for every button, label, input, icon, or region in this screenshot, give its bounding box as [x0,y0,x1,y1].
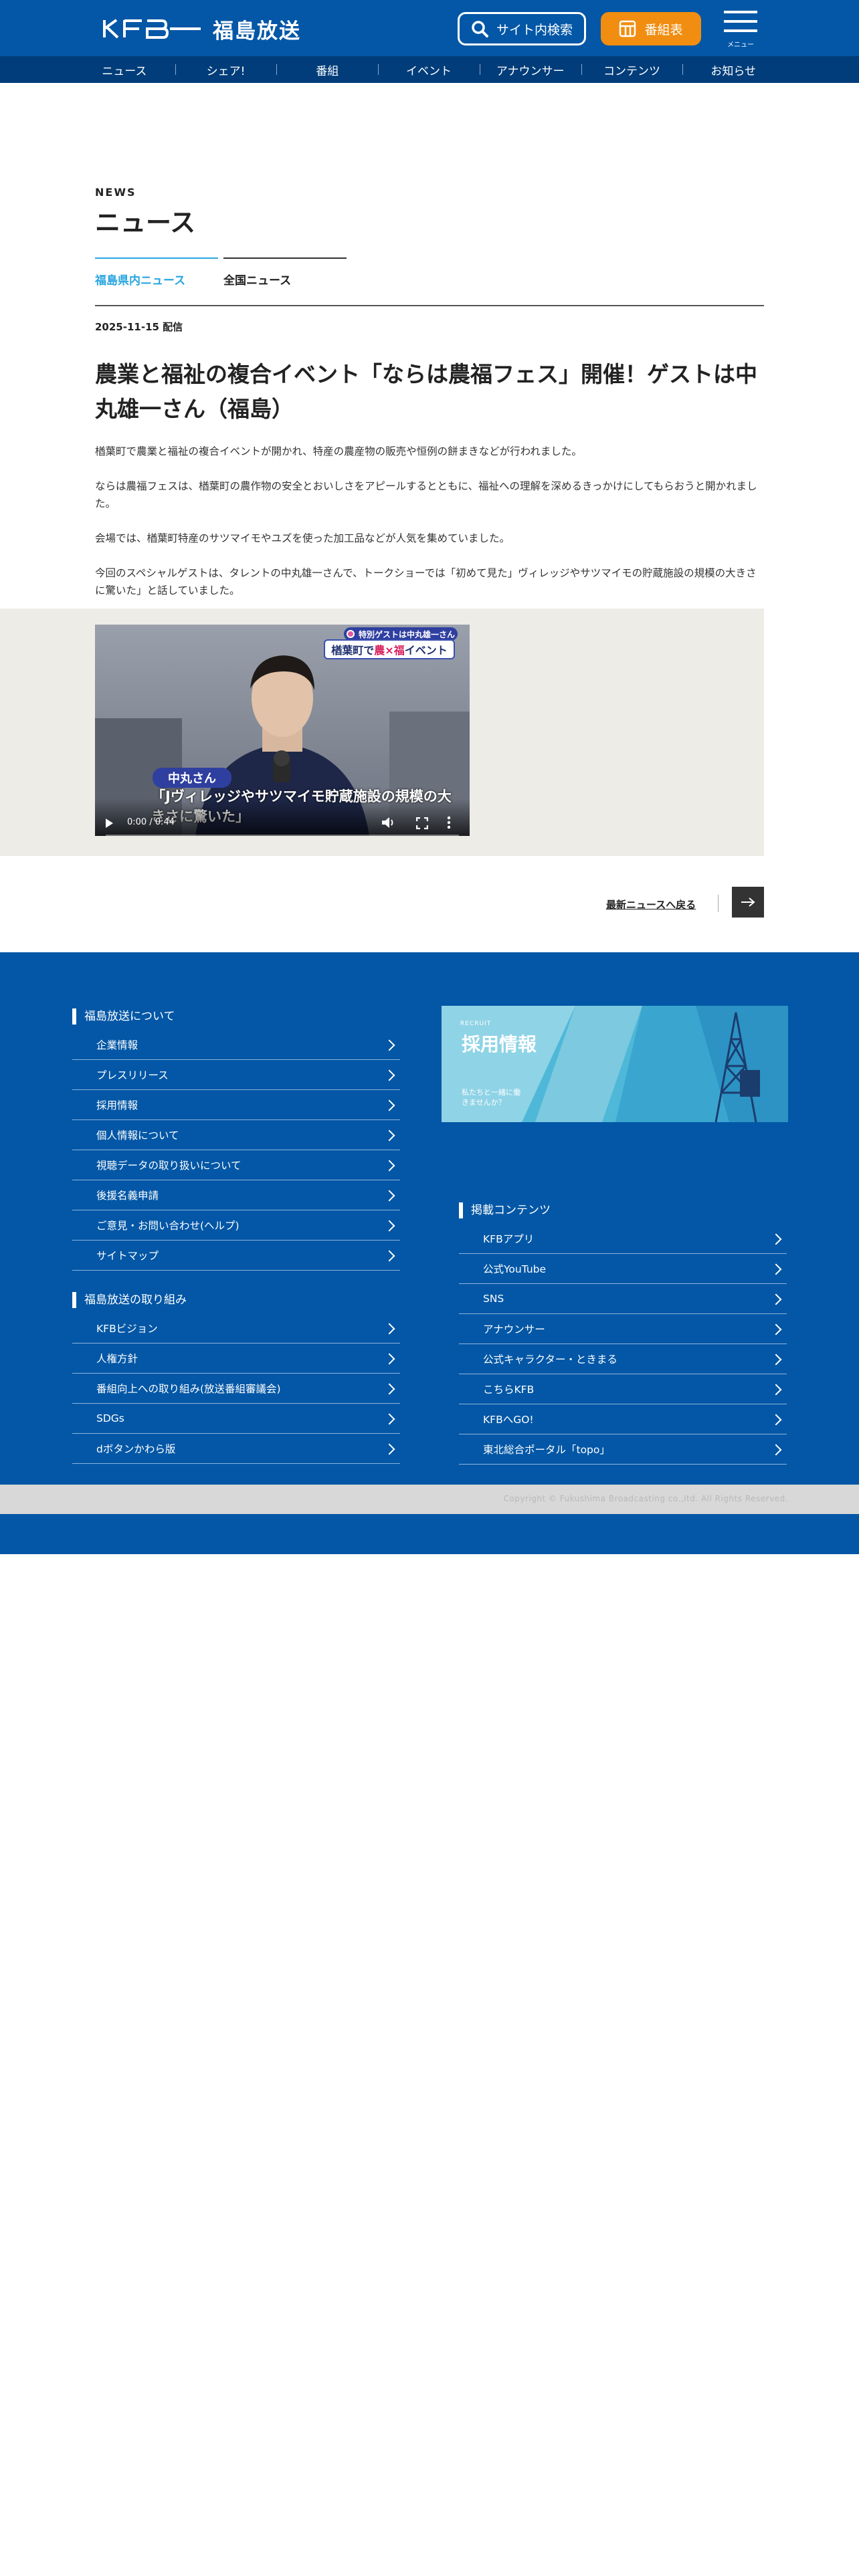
section-eyebrow: NEWS [95,186,136,199]
hamburger-icon-line [724,20,757,23]
nav-item-events[interactable]: イベント [378,56,480,83]
tab-national-news[interactable]: 全国ニュース [223,257,347,288]
video-controls: 0:00 / 0:44 [95,798,470,836]
divider [718,895,719,912]
divider [95,305,764,306]
article-paragraph: ならは農福フェスは、楢葉町の農作物の安全とおいしさをアピールするとともに、福祉へ… [95,480,757,510]
recruit-banner[interactable]: RECRUIT 採用情報 私たちと一緒に働きませんか？ [442,1006,788,1122]
footer-about-list: 企業情報 プレスリリース 採用情報 個人情報について 視聴データの取り扱いについ… [72,1030,400,1271]
footer-link[interactable]: こちらKFB [459,1374,787,1404]
footer-link[interactable]: KFBへGO! [459,1404,787,1434]
footer-contents-list: KFBアプリ 公式YouTube SNS アナウンサー 公式キャラクター・ときま… [459,1224,787,1465]
footer-link[interactable]: SNS [459,1284,787,1314]
recruit-title: 採用情報 [462,1033,537,1055]
site-header: 福島放送 サイト内検索 番組表 メニュー [0,0,859,56]
arrow-right-icon [741,897,755,907]
program-table-icon [619,20,636,37]
tab-fukushima-news[interactable]: 福島県内ニュース [95,257,218,288]
footer-link[interactable]: 個人情報について [72,1120,400,1150]
nav-item-share[interactable]: シェア! [175,56,277,83]
footer-link[interactable]: KFBアプリ [459,1224,787,1254]
play-icon[interactable] [106,819,113,828]
site-logo[interactable]: 福島放送 [100,17,301,43]
event-banner-text: 楢葉町で [331,644,375,657]
back-to-latest-news-link[interactable]: 最新ニュースへ戻る [606,897,696,911]
publish-date: 2025-11-15 配信 [95,321,183,333]
footer-link[interactable]: ご意見・お問い合わせ(ヘルプ) [72,1210,400,1241]
kfb-logo-mark [103,19,201,39]
menu-label: メニュー [727,41,754,49]
footer-link[interactable]: KFBビジョン [72,1313,400,1344]
more-options-icon[interactable] [447,816,451,829]
footer-link[interactable]: 後援名義申請 [72,1180,400,1210]
footer-link[interactable]: 採用情報 [72,1090,400,1120]
footer-link[interactable]: 人権方針 [72,1344,400,1374]
search-label: サイト内検索 [496,22,573,37]
footer-link[interactable]: dボタンかわら版 [72,1434,400,1464]
footer-link[interactable]: 公式キャラクター・ときまる [459,1344,787,1374]
program-label: 番組表 [644,22,683,37]
footer-link[interactable]: 公式YouTube [459,1254,787,1284]
guest-banner-text: 特別ゲストは中丸雄一さん [358,629,455,639]
footer-link[interactable]: SDGs [72,1404,400,1434]
article-body: 楢葉町で農業と福祉の複合イベントが開かれ、特産の農産物の販売や恒例の餅まきなどが… [95,443,764,617]
footer-heading-contents: 掲載コンテンツ [459,1202,551,1218]
back-to-latest-news-button[interactable] [732,887,764,918]
article-paragraph: 会場では、楢葉町特産のサツマイモやユズを使った加工品などが人気を集めていました。 [95,532,510,544]
menu-button[interactable]: メニュー [723,9,759,49]
hamburger-icon-line [724,11,757,13]
copyright-bar: Copyright © Fukushima Broadcasting co.,l… [0,1485,859,1514]
footer-link[interactable]: プレスリリース [72,1060,400,1090]
site-search-button[interactable]: サイト内検索 [458,12,586,45]
article-paragraph: 楢葉町で農業と福祉の複合イベントが開かれ、特産の農産物の販売や恒例の餅まきなどが… [95,445,582,457]
nav-item-news[interactable]: ニュース [74,56,175,83]
logo-name: 福島放送 [213,19,301,43]
footer-link[interactable]: アナウンサー [459,1314,787,1344]
footer-link[interactable]: サイトマップ [72,1241,400,1271]
bullet-icon [346,630,355,638]
footer-link[interactable]: 企業情報 [72,1030,400,1060]
recruit-text: 私たちと一緒に働きませんか？ [462,1088,520,1107]
search-icon [472,21,488,37]
video-time: 0:00 / 0:44 [127,817,175,827]
page-title: ニュース [95,208,196,237]
recruit-eyebrow: RECRUIT [460,1021,492,1027]
footer-link[interactable]: 番組向上への取り組み(放送番組審議会) [72,1374,400,1404]
footer-heading-efforts: 福島放送の取り組み [72,1292,187,1308]
nav-item-contents[interactable]: コンテンツ [581,56,683,83]
program-guide-button[interactable]: 番組表 [601,12,701,45]
footer-heading-about: 福島放送について [72,1008,175,1025]
video-progress-bar[interactable] [106,835,459,836]
nav-item-announcers[interactable]: アナウンサー [479,56,581,83]
article-headline: 農業と福祉の複合イベント「ならは農福フェス」開催！ゲストは中丸雄一さん（福島） [95,361,757,422]
footer-link[interactable]: 東北総合ポータル「topo」 [459,1434,787,1465]
footer-link[interactable]: 視聴データの取り扱いについて [72,1150,400,1180]
article-paragraph: 今回のスペシャルゲストは、タレントの中丸雄一さんで、トークショーでは「初めて見た… [95,567,757,597]
event-banner-text: イベント [404,644,448,657]
hamburger-icon-line [724,29,757,32]
nav-item-notices[interactable]: お知らせ [682,56,784,83]
event-banner: 楢葉町で 農×福 イベント [324,639,455,659]
guest-banner: 特別ゲストは中丸雄一さん [344,627,458,641]
news-video-player[interactable]: 特別ゲストは中丸雄一さん 楢葉町で 農×福 イベント 中丸さん 「Jヴィレッジや… [95,625,470,836]
speaker-tag: 中丸さん [153,768,231,788]
copyright-text: Copyright © Fukushima Broadcasting co.,l… [503,1494,788,1503]
footer-efforts-list: KFBビジョン 人権方針 番組向上への取り組み(放送番組審議会) SDGs dボ… [72,1313,400,1464]
event-banner-highlight: 農×福 [374,644,405,657]
nav-item-programs[interactable]: 番組 [276,56,378,83]
fullscreen-icon[interactable] [416,817,428,829]
global-nav: ニュース シェア! 番組 イベント アナウンサー コンテンツ お知らせ [0,56,859,83]
global-nav-list: ニュース シェア! 番組 イベント アナウンサー コンテンツ お知らせ [74,56,784,83]
volume-icon[interactable] [381,816,396,829]
